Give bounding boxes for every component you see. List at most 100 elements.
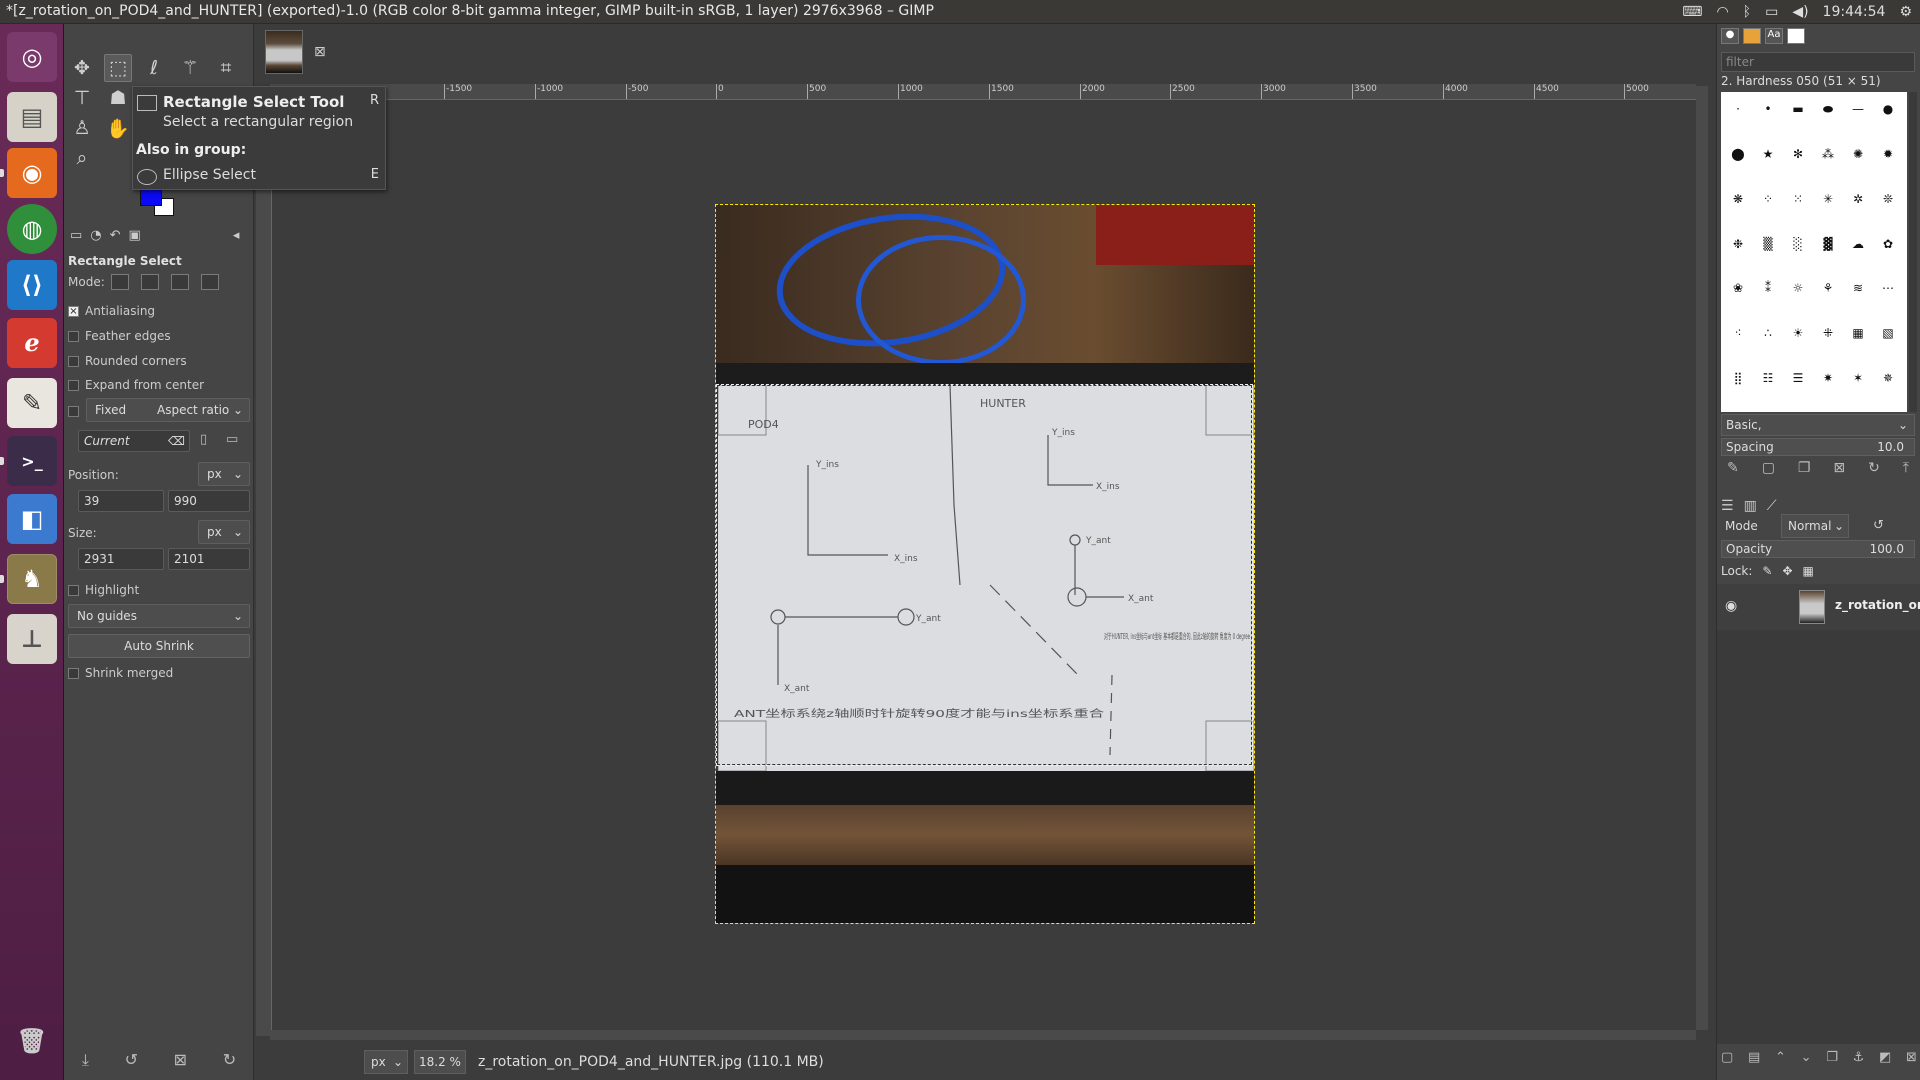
layer-mode-combo[interactable]: Normal ⌄ xyxy=(1781,514,1849,538)
chrome-icon[interactable]: ◍ xyxy=(7,204,57,254)
gimp-icon[interactable]: ♞ xyxy=(7,554,57,604)
visibility-eye-icon[interactable]: ◉ xyxy=(1725,598,1737,614)
installer-icon[interactable]: ⊥ xyxy=(7,614,57,664)
guides-combo[interactable]: No guides ⌄ xyxy=(68,604,250,628)
brush-item[interactable]: ⁘ xyxy=(1755,186,1781,212)
text-editor-icon[interactable]: ✎ xyxy=(7,378,57,428)
opacity-slider[interactable]: Opacity 100.0 xyxy=(1721,540,1915,558)
brush-item[interactable]: ⁙ xyxy=(1785,186,1811,212)
brush-item[interactable]: ⁜ xyxy=(1815,320,1841,346)
restore-options-icon[interactable]: ↺ xyxy=(125,1050,138,1074)
settings-gear-icon[interactable]: ⚙ xyxy=(1899,4,1912,20)
brush-item[interactable]: ░ xyxy=(1785,231,1811,257)
clock[interactable]: 19:44:54 xyxy=(1823,4,1886,20)
brushes-tab-icon[interactable]: ● xyxy=(1721,28,1739,44)
vscode-icon[interactable]: ⟨⟩ xyxy=(7,260,57,310)
brush-item[interactable]: ⬤ xyxy=(1725,141,1751,167)
zoom-tool-icon[interactable]: ⌕ xyxy=(68,144,96,172)
vertical-scrollbar[interactable] xyxy=(1696,86,1708,1030)
brush-item[interactable]: ≋ xyxy=(1845,275,1871,301)
pdf-viewer-icon[interactable]: ℯ xyxy=(7,318,57,368)
spacing-slider[interactable]: Spacing 10.0 xyxy=(1721,438,1915,456)
trash-icon[interactable]: 🗑 xyxy=(7,1016,57,1066)
size-height-field[interactable]: 2101 xyxy=(168,548,250,570)
shrink-merged-checkbox[interactable] xyxy=(68,667,79,679)
tool-options-tab-icon[interactable]: ▭ xyxy=(70,228,82,246)
brush-item[interactable]: ▒ xyxy=(1755,231,1781,257)
brush-item[interactable]: ☁ xyxy=(1845,231,1871,257)
brush-set-combo[interactable]: Basic, ⌄ xyxy=(1721,414,1915,436)
fixed-value-field[interactable]: Current ⌫ xyxy=(78,430,190,452)
images-tab-icon[interactable]: ▣ xyxy=(129,228,141,246)
brush-item[interactable]: ❀ xyxy=(1725,275,1751,301)
brush-item[interactable]: ✲ xyxy=(1845,186,1871,212)
auto-shrink-button[interactable]: Auto Shrink xyxy=(68,634,250,658)
brush-item[interactable]: ☀ xyxy=(1785,320,1811,346)
wifi-icon[interactable]: ◠ xyxy=(1716,4,1728,20)
horizontal-scrollbar[interactable] xyxy=(270,1030,1696,1040)
configure-tab-icon[interactable]: ◂ xyxy=(233,228,240,246)
duplicate-brush-icon[interactable]: ❐ xyxy=(1798,460,1811,480)
firefox-icon[interactable]: ◉ xyxy=(7,148,57,198)
brush-item[interactable]: ⋯ xyxy=(1875,275,1901,301)
keyboard-icon[interactable]: ⌨ xyxy=(1682,4,1702,20)
new-group-icon[interactable]: ▤ xyxy=(1748,1050,1760,1074)
brush-item[interactable]: ▓ xyxy=(1815,231,1841,257)
brush-scrollbar[interactable] xyxy=(1909,92,1917,412)
save-options-icon[interactable]: ⤓ xyxy=(82,1050,89,1074)
volume-icon[interactable]: ◀) xyxy=(1792,4,1808,20)
brush-item[interactable]: ✻ xyxy=(1785,141,1811,167)
fonts-tab-icon[interactable]: Aa xyxy=(1765,28,1783,44)
brush-item[interactable]: ✵ xyxy=(1875,365,1901,391)
clone-tool-icon[interactable]: ♙ xyxy=(68,114,96,142)
lock-alpha-icon[interactable]: ▦ xyxy=(1803,564,1814,578)
brush-item[interactable]: ★ xyxy=(1755,141,1781,167)
brush-item[interactable]: ▧ xyxy=(1875,320,1901,346)
foreground-color-swatch[interactable] xyxy=(140,188,162,206)
position-y-field[interactable]: 990 xyxy=(168,490,250,512)
rounded-corners-checkbox[interactable] xyxy=(68,355,79,367)
gradients-tab-icon[interactable] xyxy=(1787,28,1805,44)
refresh-brushes-icon[interactable]: ↻ xyxy=(1868,460,1880,480)
mask-layer-icon[interactable]: ◩ xyxy=(1879,1050,1891,1074)
rectangle-select-tool-icon[interactable]: ⬚ xyxy=(104,54,132,82)
rectangle-selection[interactable] xyxy=(716,384,1253,766)
brush-item[interactable]: ⁂ xyxy=(1815,141,1841,167)
brush-item[interactable]: ● xyxy=(1875,96,1901,122)
mode-reset-icon[interactable]: ↺ xyxy=(1873,518,1884,533)
brush-item[interactable]: ⁖ xyxy=(1725,320,1751,346)
position-unit-combo[interactable]: px ⌄ xyxy=(198,462,250,486)
brush-item[interactable]: ⬬ xyxy=(1815,96,1841,122)
smudge-tool-icon[interactable]: ✋ xyxy=(104,114,132,142)
zoom-combo[interactable]: 18.2 % xyxy=(414,1050,466,1074)
new-brush-icon[interactable]: ▢ xyxy=(1762,460,1775,480)
brush-item[interactable]: ✹ xyxy=(1875,141,1901,167)
horizontal-ruler[interactable]: -1500 -1000 -500 0 500 1000 1500 2000 25… xyxy=(270,84,1696,100)
brush-item[interactable]: ▦ xyxy=(1845,320,1871,346)
portrait-icon[interactable]: ▯ xyxy=(200,432,207,447)
brush-item[interactable]: ⣿ xyxy=(1725,365,1751,391)
expand-from-center-checkbox[interactable] xyxy=(68,379,79,391)
move-tool-icon[interactable]: ✥ xyxy=(68,54,96,82)
app-icon[interactable]: ◧ xyxy=(7,494,57,544)
brush-item[interactable]: ⚘ xyxy=(1815,275,1841,301)
lasso-tool-icon[interactable]: ℓ xyxy=(140,54,168,82)
brush-grid[interactable]: · • ▬ ⬬ — ● ⬤ ★ ✻ ⁂ ✺ ✹ ❋ ⁘ ⁙ ✳ ✲ ❊ ❉ ▒ … xyxy=(1721,92,1907,412)
brush-item[interactable]: ❉ xyxy=(1725,231,1751,257)
unit-combo[interactable]: px ⌄ xyxy=(364,1050,408,1074)
device-status-tab-icon[interactable]: ◔ xyxy=(90,228,101,246)
lower-layer-icon[interactable]: ⌄ xyxy=(1801,1050,1812,1074)
battery-icon[interactable]: ▭ xyxy=(1765,4,1778,20)
feather-edges-checkbox[interactable] xyxy=(68,330,79,342)
size-unit-combo[interactable]: px ⌄ xyxy=(198,520,250,544)
mode-intersect-button[interactable] xyxy=(200,274,219,290)
brush-item[interactable]: ✷ xyxy=(1815,365,1841,391)
undo-history-tab-icon[interactable]: ↶ xyxy=(110,228,121,246)
delete-brush-icon[interactable]: ⊠ xyxy=(1833,460,1845,480)
bluetooth-icon[interactable]: ᛒ xyxy=(1743,4,1751,20)
close-icon[interactable]: ⊠ xyxy=(314,44,326,60)
duplicate-layer-icon[interactable]: ❐ xyxy=(1826,1050,1838,1074)
lock-pixels-icon[interactable]: ✎ xyxy=(1762,564,1772,578)
channels-tab-icon[interactable]: ▥ xyxy=(1744,498,1757,514)
brush-item[interactable]: ☷ xyxy=(1755,365,1781,391)
